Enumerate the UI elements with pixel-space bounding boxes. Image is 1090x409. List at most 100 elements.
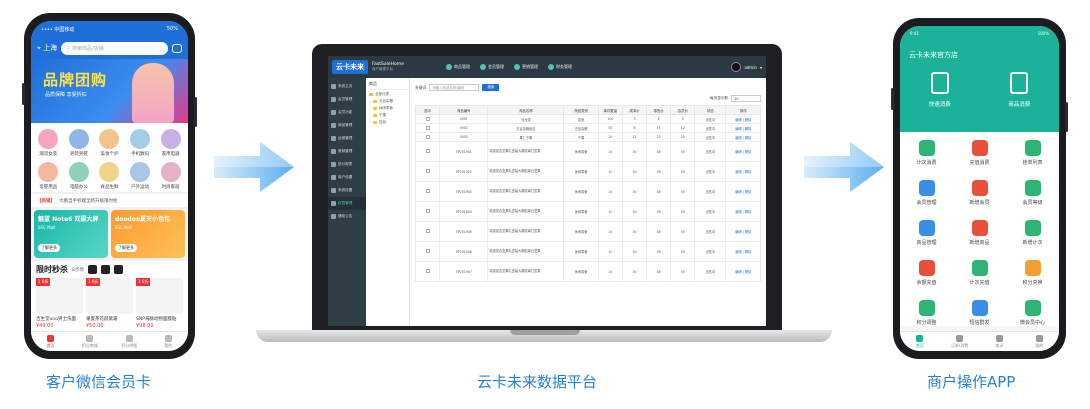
merchant-menu-item[interactable]: 新增会员 bbox=[953, 180, 1006, 206]
row-actions[interactable]: 编辑 | 删除 bbox=[725, 114, 761, 124]
row-select-cell bbox=[414, 123, 441, 133]
row-checkbox[interactable] bbox=[425, 249, 430, 253]
admin-top-nav: 商品管理 会员管理 营销管理 财务管理 bbox=[445, 64, 572, 70]
row-actions[interactable]: 编辑 | 删除 bbox=[725, 132, 761, 142]
goods-consume-button[interactable]: 商品消费 bbox=[1008, 72, 1030, 108]
top-nav-item[interactable]: 商品管理 bbox=[445, 64, 470, 70]
tab-item[interactable]: 统计 bbox=[980, 332, 1020, 351]
tab-item[interactable]: 订单/消费 bbox=[940, 332, 980, 351]
category-item[interactable]: 食品生鲜 bbox=[94, 162, 125, 190]
merchant-menu-item[interactable]: 新增商品 bbox=[953, 220, 1006, 246]
row-checkbox[interactable] bbox=[425, 229, 430, 233]
tab-item[interactable]: 我的 bbox=[1019, 332, 1059, 351]
flash-sale-item[interactable]: 1 6折 果麦茶花颜紫霜 ¥50.00 bbox=[86, 278, 133, 329]
category-item[interactable]: 潮流女装 bbox=[33, 129, 64, 157]
search-input[interactable]: ⌕ 搜索商品/店铺 bbox=[61, 41, 168, 55]
page-size-select[interactable]: 10 bbox=[731, 95, 761, 102]
promo-card-bag[interactable]: doodoo夏天小包包 SSC Mall 了解更多 bbox=[111, 210, 185, 258]
category-item[interactable]: 母婴用品 bbox=[33, 162, 64, 190]
merchant-menu-item[interactable]: 挂单列表 bbox=[1006, 140, 1059, 166]
promo-card-meilan[interactable]: 魅蓝 Note6 双摄大屏 SSC Mall 了解更多 bbox=[34, 210, 108, 258]
sidebar-item[interactable]: 营销管理 bbox=[328, 145, 366, 158]
merchant-menu-item[interactable]: 积分调整 bbox=[900, 300, 953, 326]
merchant-menu-item[interactable]: 商品管理 bbox=[900, 220, 953, 246]
row-checkbox[interactable] bbox=[425, 149, 430, 153]
row-actions[interactable]: 编辑 | 删除 bbox=[725, 201, 761, 222]
flash-sale-item[interactable]: 1 6折 吉生堂uno男士洗面 ¥49.00 bbox=[36, 278, 83, 329]
row-checkbox[interactable] bbox=[425, 116, 430, 121]
row-checkbox[interactable] bbox=[425, 189, 430, 193]
merchant-menu-item[interactable]: 微会员中心 bbox=[1006, 300, 1059, 326]
sidebar-item[interactable]: 运营管理 bbox=[328, 132, 366, 145]
merchant-menu-item[interactable]: 余额充值 bbox=[900, 260, 953, 286]
quick-consume-button[interactable]: 快速消费 bbox=[929, 72, 951, 108]
row-actions[interactable]: 编辑 | 删除 bbox=[725, 161, 761, 182]
sidebar-item[interactable]: 系统主页 bbox=[328, 80, 366, 93]
user-menu[interactable]: admin ▾ bbox=[731, 62, 762, 72]
flash-sale-item[interactable]: 1 6折 SNP海豚动物面膜贴 ¥98.00 bbox=[136, 278, 183, 329]
row-actions[interactable]: 编辑 | 删除 bbox=[725, 241, 761, 262]
location-selector[interactable]: ⌖ 上海 bbox=[37, 43, 57, 53]
table-cell: 果仁干果 bbox=[487, 132, 565, 142]
row-checkbox[interactable] bbox=[425, 134, 430, 139]
row-actions[interactable]: 编辑 | 删除 bbox=[725, 181, 761, 202]
category-item[interactable]: 美妆个护 bbox=[94, 129, 125, 157]
merchant-menu-item[interactable]: 会员等级 bbox=[1006, 180, 1059, 206]
sidebar-item[interactable]: 通知公告 bbox=[328, 210, 366, 223]
promo-banner[interactable]: 品牌团购 品质保障 享受折扣 bbox=[31, 59, 188, 123]
row-checkbox[interactable] bbox=[425, 125, 430, 130]
sidebar-item[interactable]: 商品管理 bbox=[328, 119, 366, 132]
keyword-input[interactable]: 请输入商品名称/编码 bbox=[429, 84, 480, 91]
tab-item[interactable]: 首页 bbox=[31, 332, 70, 351]
merchant-menu-item[interactable]: 计次消费 bbox=[900, 140, 953, 166]
row-actions[interactable]: 编辑 | 删除 bbox=[725, 123, 761, 133]
category-item[interactable]: 男装男鞋 bbox=[64, 129, 95, 157]
row-checkbox[interactable] bbox=[425, 209, 430, 213]
table-cell: 5 bbox=[670, 114, 696, 124]
sidebar-item[interactable]: 统计报表 bbox=[328, 158, 366, 171]
menu-icon bbox=[331, 162, 336, 167]
tree-node[interactable]: 全部分类 bbox=[369, 92, 406, 97]
sidebar-item[interactable]: 商户设置 bbox=[328, 171, 366, 184]
category-item[interactable]: 家用电器 bbox=[155, 129, 186, 157]
row-checkbox[interactable] bbox=[425, 269, 430, 273]
merchant-menu-item[interactable]: 新增计次 bbox=[1006, 220, 1059, 246]
tree-node[interactable]: 饮品 bbox=[369, 120, 406, 125]
customer-tab-bar: 首页 积分商城 积分明细 我的 bbox=[31, 331, 188, 351]
merchant-menu-item[interactable]: 会员管理 bbox=[900, 180, 953, 206]
sidebar-item[interactable]: 权限管理 bbox=[328, 197, 366, 210]
tree-node[interactable]: 休闲零食 bbox=[369, 106, 406, 111]
row-actions[interactable]: 编辑 | 删除 bbox=[725, 141, 761, 162]
promo-more-button[interactable]: 了解更多 bbox=[38, 244, 60, 252]
sidebar-item[interactable]: 系统设置 bbox=[328, 184, 366, 197]
sidebar-item[interactable]: 会员管理 bbox=[328, 93, 366, 106]
promo-more-button[interactable]: 了解更多 bbox=[115, 244, 137, 252]
search-button[interactable]: 搜索 bbox=[482, 84, 500, 91]
merchant-menu-item[interactable]: 计次充值 bbox=[953, 260, 1006, 286]
row-checkbox[interactable] bbox=[425, 169, 430, 173]
category-item[interactable]: 时尚家居 bbox=[155, 162, 186, 190]
category-item[interactable]: 户外运动 bbox=[125, 162, 156, 190]
merchant-menu-item[interactable]: 充值消费 bbox=[953, 140, 1006, 166]
top-nav-item[interactable]: 营销管理 bbox=[513, 64, 538, 70]
message-icon[interactable] bbox=[172, 43, 182, 53]
merchant-menu-item[interactable]: 短信群发 bbox=[953, 300, 1006, 326]
category-item[interactable]: 电脑办公 bbox=[64, 162, 95, 190]
tab-item[interactable]: 首页 bbox=[900, 332, 940, 351]
merchant-menu-item[interactable]: 积分兑换 bbox=[1006, 260, 1059, 286]
row-actions[interactable]: 编辑 | 删除 bbox=[725, 261, 761, 282]
notice-bar[interactable]: 【热销】 大鹏当手机端全新升级限时抢 bbox=[31, 194, 188, 207]
banner-title: 品牌团购 bbox=[43, 71, 108, 89]
chevron-down-icon: ▾ bbox=[759, 64, 762, 70]
row-actions[interactable]: 编辑 | 删除 bbox=[725, 221, 761, 242]
tree-node[interactable]: 五谷杂粮 bbox=[369, 99, 406, 104]
tree-node[interactable]: 干果 bbox=[369, 113, 406, 118]
tab-item[interactable]: 我的 bbox=[149, 332, 188, 351]
top-nav-item[interactable]: 财务管理 bbox=[547, 64, 572, 70]
tab-item[interactable]: 积分商城 bbox=[70, 332, 109, 351]
top-nav-item[interactable]: 会员管理 bbox=[479, 64, 504, 70]
sidebar-item[interactable]: 会员功能 bbox=[328, 106, 366, 119]
tab-item[interactable]: 积分明细 bbox=[110, 332, 149, 351]
sidebar-item-label: 商户设置 bbox=[338, 175, 353, 179]
category-item[interactable]: 手机数码 bbox=[125, 129, 156, 157]
